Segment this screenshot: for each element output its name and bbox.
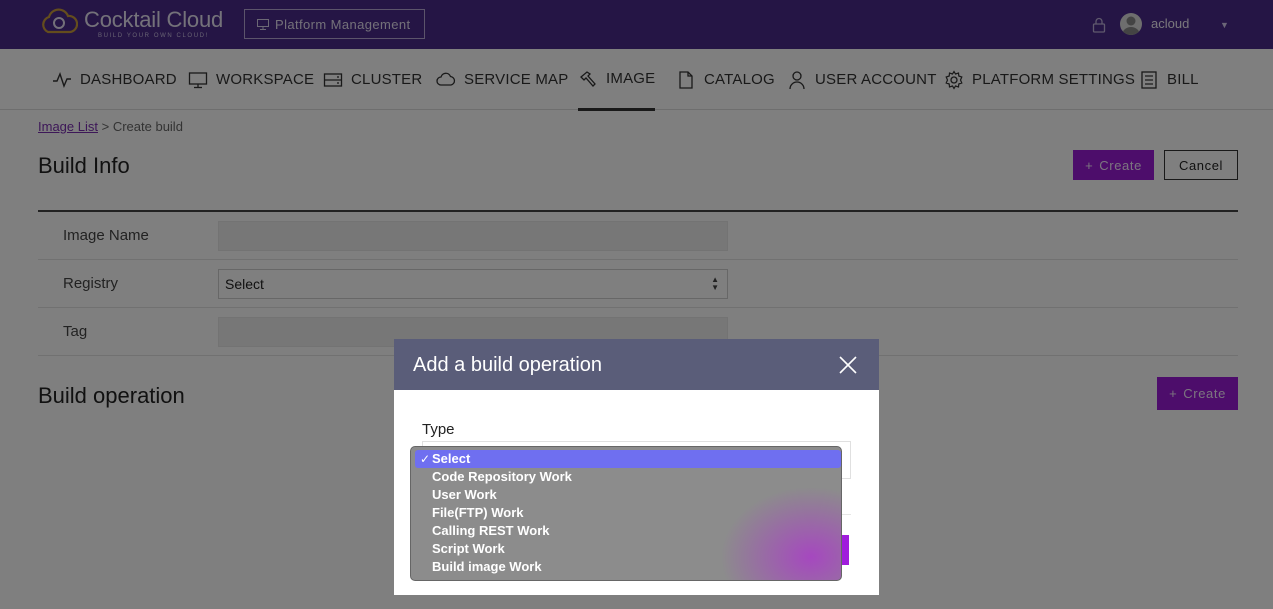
dropdown-option-file-ftp-work[interactable]: File(FTP) Work (415, 504, 841, 522)
option-label: Code Repository Work (432, 469, 572, 484)
dropdown-option-script-work[interactable]: Script Work (415, 540, 841, 558)
dropdown-option-code-repository-work[interactable]: Code Repository Work (415, 468, 841, 486)
checkmark-icon: ✓ (420, 452, 431, 466)
type-label: Type (422, 421, 455, 438)
option-label: File(FTP) Work (432, 505, 524, 520)
close-icon[interactable] (839, 356, 857, 374)
modal-title: Add a build operation (413, 354, 603, 376)
dropdown-option-build-image-work[interactable]: Build image Work (415, 558, 841, 576)
dropdown-option-user-work[interactable]: User Work (415, 486, 841, 504)
option-label: Calling REST Work (432, 523, 550, 538)
option-label: User Work (432, 487, 497, 502)
dropdown-option-select[interactable]: ✓ Select (415, 450, 841, 468)
type-dropdown-list: ✓ Select Code Repository Work User Work … (410, 446, 842, 581)
modal-header: Add a build operation (394, 339, 879, 390)
option-label: Select (432, 451, 471, 466)
option-label: Build image Work (432, 559, 542, 574)
option-label: Script Work (432, 541, 505, 556)
dropdown-option-calling-rest-work[interactable]: Calling REST Work (415, 522, 841, 540)
